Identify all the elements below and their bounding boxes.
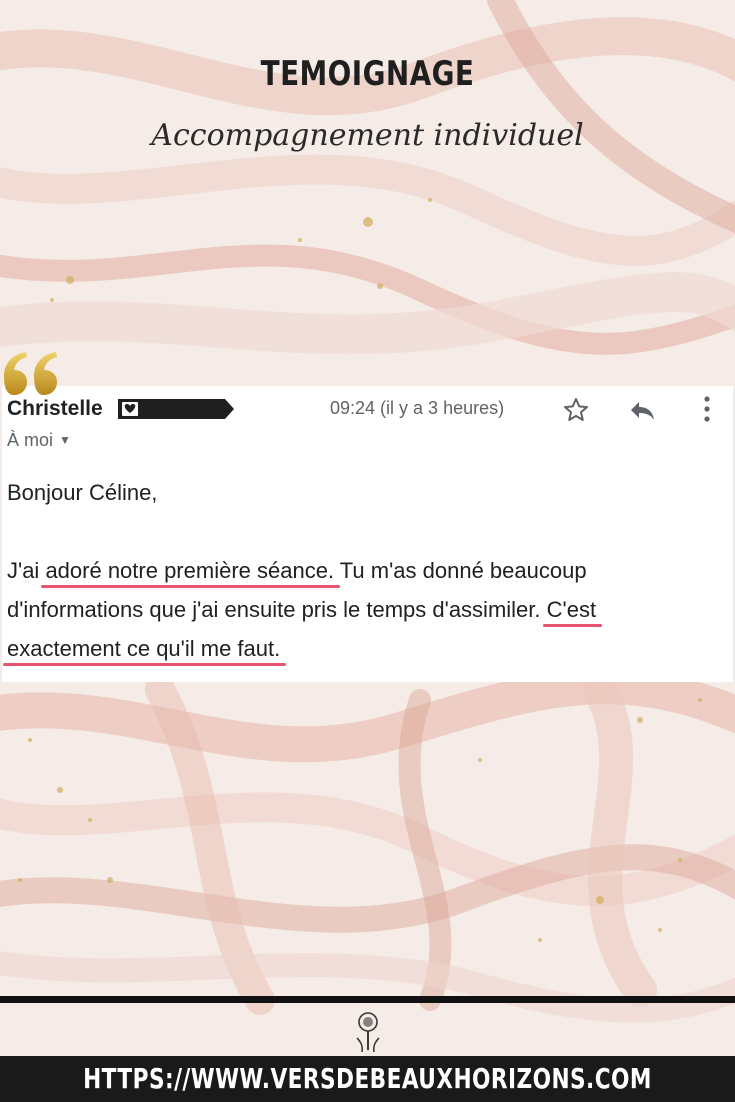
recipient-dropdown[interactable]: À moi ▼ <box>7 430 71 451</box>
page-subtitle: Accompagnement individuel <box>151 118 584 153</box>
star-icon[interactable] <box>562 396 590 424</box>
email-card: Christelle 09:24 (il y a 3 heures) À moi… <box>2 386 733 682</box>
body-line: exactement ce qu'il me faut. <box>2 629 729 668</box>
highlighted-text: C'est <box>542 590 603 629</box>
heart-icon <box>118 399 234 419</box>
email-greeting: Bonjour Céline, <box>7 480 158 505</box>
more-vert-icon[interactable] <box>697 394 717 424</box>
highlighted-text: exactement ce qu'il me faut. <box>2 629 287 668</box>
highlighted-text: adoré notre première séance. <box>41 551 340 590</box>
caret-down-icon: ▼ <box>59 433 71 447</box>
email-body: J'ai adoré notre première séance. Tu m'a… <box>2 551 729 668</box>
reply-icon[interactable] <box>627 396 657 424</box>
body-text: J'ai <box>7 558 46 583</box>
website-url-link[interactable]: HTTPS://WWW.VERSDEBEAUXHORIZONS.COM <box>51 1062 683 1095</box>
body-text: d'informations que j'ai ensuite pris le … <box>7 597 547 622</box>
quote-mark-icon <box>4 352 57 395</box>
footer-divider <box>0 996 735 1003</box>
recipient-label: À moi <box>7 430 54 450</box>
page-title: TEMOIGNAGE <box>260 54 475 94</box>
email-timestamp: 09:24 (il y a 3 heures) <box>330 398 505 418</box>
body-text: Tu m'as donné beaucoup <box>334 558 587 583</box>
brand-logo-icon <box>356 1012 380 1053</box>
sender-name: Christelle <box>7 397 103 420</box>
body-line: J'ai adoré notre première séance. Tu m'a… <box>7 551 729 590</box>
body-line: d'informations que j'ai ensuite pris le … <box>7 590 729 629</box>
footer-band: HTTPS://WWW.VERSDEBEAUXHORIZONS.COM <box>0 1056 735 1102</box>
